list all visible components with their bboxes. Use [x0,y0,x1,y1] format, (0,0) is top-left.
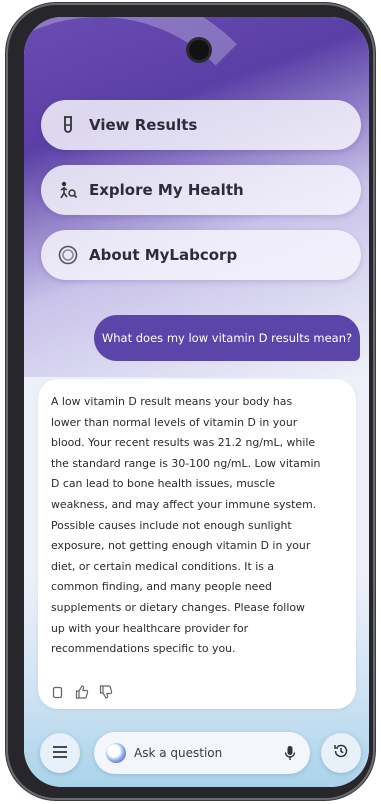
microphone-icon[interactable] [282,745,298,761]
bottom-input-bar: Ask a question [24,729,369,781]
phone-frame: View Results Explore My Health About MyL… [6,3,375,800]
menu-button[interactable] [40,733,80,773]
app-screen: View Results Explore My Health About MyL… [24,17,369,787]
view-results-label: View Results [89,116,198,134]
view-results-button[interactable]: View Results [41,100,361,150]
thumbs-up-icon[interactable] [75,685,89,699]
thumbs-down-icon[interactable] [99,685,113,699]
copy-icon[interactable] [51,685,65,699]
ask-question-input[interactable]: Ask a question [94,732,310,774]
explore-my-health-button[interactable]: Explore My Health [41,165,361,215]
reply-line: the standard range is 30-100 ng/mL. Low … [51,456,321,470]
reply-line: Possible causes include not enough sunli… [51,518,292,532]
history-icon [333,743,349,763]
reply-text: A low vitamin D result means your body h… [51,392,342,660]
reply-line: common finding, and many people need [51,580,272,594]
explore-my-health-label: Explore My Health [89,181,244,199]
assistant-orb-icon [106,743,126,763]
assistant-reply-card: A low vitamin D result means your body h… [38,379,356,709]
reply-line: lower than normal levels of vitamin D in… [51,415,298,429]
history-button[interactable] [321,733,361,773]
reply-line: supplements or dietary changes. Please f… [51,600,305,614]
reply-line: weakness, and may affect your immune sys… [51,497,317,511]
reply-actions [51,685,113,699]
about-mylabcorp-label: About MyLabcorp [89,246,238,264]
ask-question-placeholder: Ask a question [134,746,223,760]
reply-line: blood. Your recent results was 21.2 ng/m… [51,436,316,450]
reply-line: D can lead to bone health issues, muscle [51,477,276,491]
swirl-logo-icon [57,244,79,266]
user-message-bubble: What does my low vitamin D results mean? [94,315,360,361]
reply-line: A low vitamin D result means your body h… [51,395,293,408]
reply-line: up with your healthcare provider for [51,621,249,635]
reply-line: exposure, not getting enough vitamin D i… [51,539,311,553]
front-camera [189,40,209,60]
about-mylabcorp-button[interactable]: About MyLabcorp [41,230,361,280]
reply-line: diet, or certain medical conditions. It … [51,559,275,573]
test-tube-icon [57,114,79,136]
person-search-icon [57,179,79,201]
user-message-text: What does my low vitamin D results mean? [101,331,353,345]
hamburger-menu-icon [52,744,68,763]
reply-line: recommendations specific to you. [51,642,236,656]
